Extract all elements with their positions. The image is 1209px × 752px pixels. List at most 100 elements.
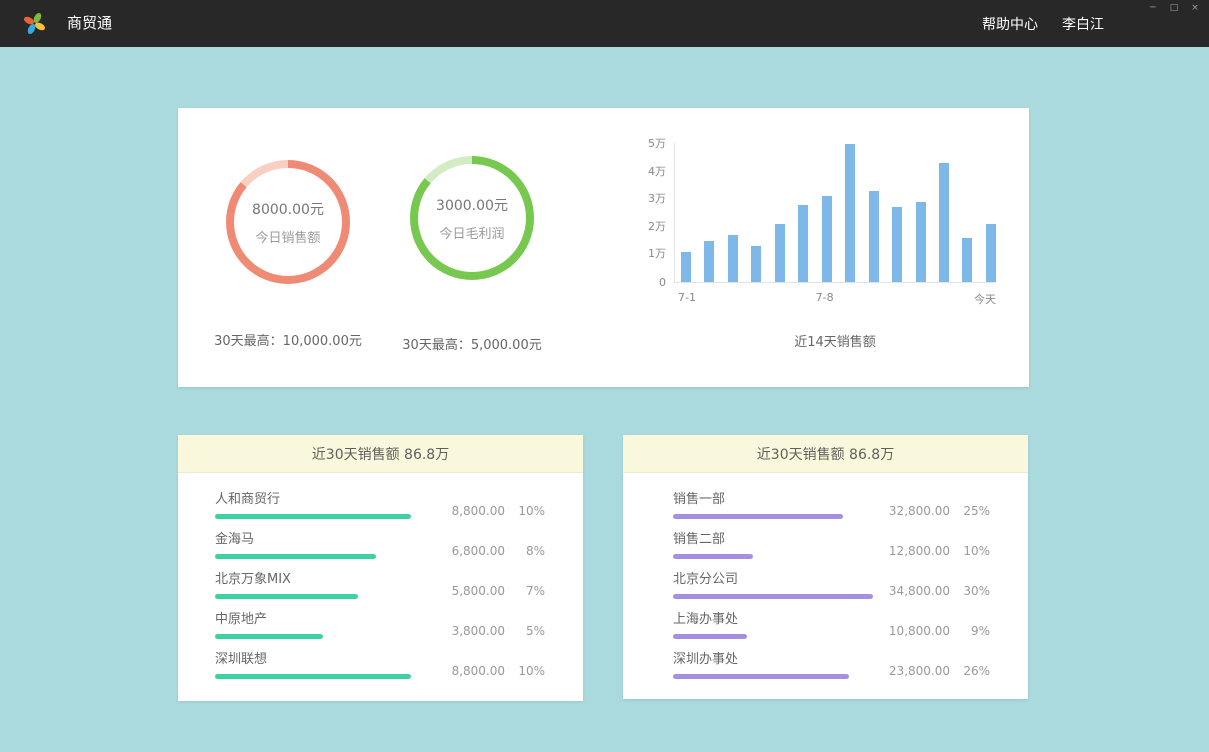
item-percent: 5% — [515, 624, 545, 638]
today-profit-value: 3000.00元 — [436, 195, 508, 215]
today-profit-footnote: 30天最高：5,000.00元 — [362, 334, 582, 353]
window-controls: ─ □ × — [1147, 3, 1201, 13]
item-percent: 10% — [515, 504, 545, 518]
x-tick-first: 7-1 — [678, 291, 696, 304]
list-item: 北京分公司 34,800.00 30% — [673, 571, 990, 599]
bar — [986, 224, 996, 282]
chart-caption: 近14天销售额 — [674, 331, 996, 350]
today-profit-label: 今日毛利润 — [439, 223, 504, 242]
x-axis: 7-1 7-8 今天 — [674, 291, 996, 307]
item-amount: 10,800.00 — [889, 624, 950, 638]
item-amount: 8,800.00 — [452, 664, 505, 678]
bar — [775, 224, 785, 282]
item-name: 金海马 — [215, 531, 415, 548]
overview-card: 8000.00元 今日销售额 30天最高：10,000.00元 3000.00元… — [178, 108, 1029, 387]
y-tick: 1万 — [648, 245, 666, 261]
item-name: 北京分公司 — [673, 571, 873, 588]
bar — [916, 202, 926, 282]
bar — [704, 241, 714, 282]
item-progress-bar — [673, 634, 747, 639]
item-progress-bar — [215, 554, 376, 559]
list-item: 中原地产 3,800.00 5% — [215, 611, 545, 639]
plot-area — [674, 143, 996, 283]
list-item: 销售一部32,800.0025% — [673, 491, 990, 519]
help-center-link[interactable]: 帮助中心 — [982, 14, 1038, 34]
item-percent: 10% — [960, 544, 990, 558]
bar — [939, 163, 949, 282]
list-item: 人和商贸行 8,800.00 10% — [215, 491, 545, 519]
item-progress-bar — [673, 594, 873, 599]
list-item: 深圳办事处 23,800.00 26% — [673, 651, 990, 679]
y-tick: 0 — [659, 276, 666, 289]
item-name: 人和商贸行 — [215, 491, 415, 508]
customers-list: 人和商贸行 8,800.00 10% 金海马 6,800.00 8% 北京万象MIX 5,80… — [178, 473, 583, 679]
item-percent: 7% — [515, 584, 545, 598]
today-sales-label: 今日销售额 — [255, 227, 320, 246]
today-sales-ring: 8000.00元 今日销售额 — [226, 160, 350, 284]
list-item: 北京万象MIX 5,800.00 7% — [215, 571, 545, 599]
item-progress-bar — [673, 674, 849, 679]
item-progress-bar — [673, 554, 753, 559]
item-amount: 6,800.00 — [452, 544, 505, 558]
list-item: 深圳联想 8,800.00 10% — [215, 651, 545, 679]
y-tick: 2万 — [648, 218, 666, 234]
bar — [751, 246, 761, 282]
list-item: 销售二部 12,800.00 10% — [673, 531, 990, 559]
close-icon[interactable]: × — [1189, 3, 1201, 13]
item-name: 销售二部 — [673, 531, 860, 548]
item-name: 中原地产 — [215, 611, 415, 628]
bar — [681, 252, 691, 282]
list-item: 上海办事处 10,800.00 9% — [673, 611, 990, 639]
item-progress-bar — [215, 514, 411, 519]
item-percent: 8% — [515, 544, 545, 558]
item-percent: 30% — [960, 584, 990, 598]
departments-card-title: 近30天销售额 86.8万 — [623, 435, 1028, 473]
item-percent: 10% — [515, 664, 545, 678]
item-amount: 34,800.00 — [889, 584, 950, 598]
y-tick: 5万 — [648, 135, 666, 151]
today-profit-ring-center: 3000.00元 今日毛利润 — [418, 164, 526, 272]
item-progress-bar — [215, 594, 358, 599]
minimize-icon[interactable]: ─ — [1147, 3, 1159, 13]
item-amount: 3,800.00 — [452, 624, 505, 638]
item-amount: 32,800.00 — [889, 504, 950, 518]
bar — [845, 144, 855, 282]
topbar: ─ □ × 商贸通 帮助中心 李白江 — [0, 0, 1209, 47]
item-amount: 8,800.00 — [452, 504, 505, 518]
bar — [869, 191, 879, 282]
item-name: 深圳办事处 — [673, 651, 860, 668]
item-name: 北京万象MIX — [215, 571, 415, 588]
item-progress-bar — [215, 674, 411, 679]
bar — [822, 196, 832, 282]
app-title: 商贸通 — [67, 0, 112, 47]
x-tick-last: 今天 — [974, 291, 996, 307]
item-amount: 23,800.00 — [889, 664, 950, 678]
username-menu[interactable]: 李白江 — [1062, 14, 1104, 34]
today-profit-ring: 3000.00元 今日毛利润 — [410, 156, 534, 280]
item-name: 销售一部 — [673, 491, 860, 508]
y-axis: 5万4万3万2万1万0 — [636, 143, 666, 283]
today-sales-value: 8000.00元 — [252, 199, 324, 219]
item-percent: 26% — [960, 664, 990, 678]
y-tick: 3万 — [648, 190, 666, 206]
item-name: 深圳联想 — [215, 651, 415, 668]
customers-card-title: 近30天销售额 86.8万 — [178, 435, 583, 473]
bar — [728, 235, 738, 282]
departments-card: 近30天销售额 86.8万 销售一部32,800.0025%销售二部12,800… — [623, 435, 1028, 699]
bar — [892, 207, 902, 282]
pinwheel-logo-icon — [22, 11, 47, 36]
x-tick-mid: 7-8 — [816, 291, 834, 304]
bar — [962, 238, 972, 282]
item-amount: 5,800.00 — [452, 584, 505, 598]
today-sales-ring-center: 8000.00元 今日销售额 — [234, 168, 342, 276]
y-tick: 4万 — [648, 163, 666, 179]
item-amount: 12,800.00 — [889, 544, 950, 558]
item-percent: 9% — [960, 624, 990, 638]
item-progress-bar — [673, 514, 843, 519]
item-progress-bar — [215, 634, 323, 639]
departments-list: 销售一部32,800.0025%销售二部12,800.0010%北京分公司34,… — [623, 473, 1028, 679]
maximize-icon[interactable]: □ — [1168, 3, 1180, 13]
item-name: 上海办事处 — [673, 611, 860, 628]
customers-card: 近30天销售额 86.8万 人和商贸行 8,800.00 10% 金海马 6,800.0… — [178, 435, 583, 701]
list-item: 金海马 6,800.00 8% — [215, 531, 545, 559]
